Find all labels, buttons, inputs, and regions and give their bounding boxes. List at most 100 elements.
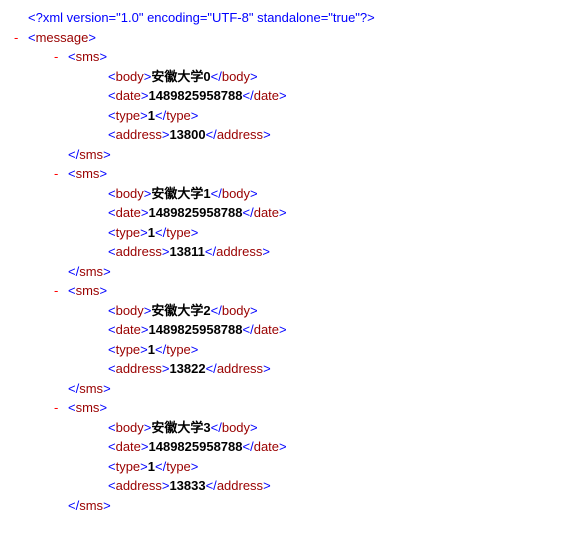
sms-tag: sms [79, 264, 103, 279]
type-tag: type [166, 459, 191, 474]
bracket: < [108, 225, 116, 240]
bracket: > [140, 459, 148, 474]
date-tag: date [116, 88, 141, 103]
date-tag: date [116, 205, 141, 220]
bracket: </ [68, 147, 79, 162]
bracket: > [191, 108, 199, 123]
bracket: > [279, 88, 287, 103]
xml-element-row: <date>1489825958788</date> [28, 320, 578, 340]
bracket: </ [205, 244, 216, 259]
collapse-toggle[interactable]: - [54, 47, 58, 67]
bracket: < [28, 30, 36, 45]
bracket: > [99, 49, 107, 64]
address-tag: address [217, 127, 263, 142]
address-value: 13811 [169, 244, 204, 259]
bracket: </ [206, 478, 217, 493]
xml-declaration: <?xml version="1.0" encoding="UTF-8" sta… [28, 8, 578, 28]
address-tag: address [116, 361, 162, 376]
sms-tag: sms [76, 166, 100, 181]
type-value: 1 [148, 342, 155, 357]
xml-element-row: <type>1</type> [28, 457, 578, 477]
bracket: </ [206, 361, 217, 376]
body-tag: body [222, 186, 250, 201]
type-tag: type [116, 342, 141, 357]
bracket: </ [155, 108, 166, 123]
bracket: > [140, 108, 148, 123]
xml-element-row: <address>13833</address> [28, 476, 578, 496]
bracket: > [191, 225, 199, 240]
bracket: > [99, 283, 107, 298]
bracket: > [99, 400, 107, 415]
sms-tag: sms [76, 49, 100, 64]
collapse-toggle[interactable]: - [54, 281, 58, 301]
date-tag: date [254, 205, 279, 220]
bracket: > [141, 205, 149, 220]
xml-element-row: <address>13800</address> [28, 125, 578, 145]
body-tag: body [222, 420, 250, 435]
address-tag: address [217, 361, 263, 376]
sms-close-row: </sms> [28, 262, 578, 282]
bracket: < [108, 303, 116, 318]
bracket: </ [243, 88, 254, 103]
message-open-row: - <message> [28, 28, 578, 48]
address-tag: address [116, 127, 162, 142]
date-value: 1489825958788 [149, 205, 243, 220]
date-value: 1489825958788 [149, 88, 243, 103]
type-tag: type [166, 108, 191, 123]
bracket: < [68, 400, 76, 415]
bracket: < [108, 361, 116, 376]
bracket: < [68, 283, 76, 298]
date-tag: date [254, 439, 279, 454]
sms-open-row: -<sms> [28, 164, 578, 184]
bracket: > [263, 478, 271, 493]
bracket: > [140, 225, 148, 240]
type-tag: type [116, 108, 141, 123]
bracket: </ [211, 69, 222, 84]
bracket: </ [206, 127, 217, 142]
bracket: > [279, 322, 287, 337]
collapse-toggle[interactable]: - [14, 28, 18, 48]
collapse-toggle[interactable]: - [54, 164, 58, 184]
bracket: </ [155, 225, 166, 240]
bracket: > [262, 244, 270, 259]
sms-open-row: -<sms> [28, 281, 578, 301]
bracket: </ [243, 322, 254, 337]
bracket: </ [68, 498, 79, 513]
body-tag: body [116, 69, 144, 84]
xml-element-row: <address>13811</address> [28, 242, 578, 262]
xml-element-row: <body>安徽大学0</body> [28, 67, 578, 87]
xml-element-row: <body>安徽大学3</body> [28, 418, 578, 438]
type-tag: type [116, 459, 141, 474]
bracket: < [108, 459, 116, 474]
bracket: > [279, 205, 287, 220]
collapse-toggle[interactable]: - [54, 398, 58, 418]
xml-element-row: <date>1489825958788</date> [28, 203, 578, 223]
body-tag: body [222, 303, 250, 318]
xml-element-row: <type>1</type> [28, 223, 578, 243]
bracket: > [191, 459, 199, 474]
xml-element-row: <date>1489825958788</date> [28, 437, 578, 457]
bracket: </ [155, 342, 166, 357]
bracket: < [108, 205, 116, 220]
address-tag: address [116, 244, 162, 259]
xml-element-row: <address>13822</address> [28, 359, 578, 379]
bracket: > [250, 420, 258, 435]
date-tag: date [254, 88, 279, 103]
bracket: > [250, 186, 258, 201]
bracket: </ [243, 439, 254, 454]
sms-tag: sms [76, 400, 100, 415]
xml-element-row: <body>安徽大学1</body> [28, 184, 578, 204]
bracket: </ [243, 205, 254, 220]
address-value: 13800 [169, 127, 205, 142]
bracket: </ [68, 381, 79, 396]
type-value: 1 [148, 459, 155, 474]
bracket: < [108, 88, 116, 103]
bracket: > [141, 439, 149, 454]
body-value: 安徽大学3 [151, 420, 210, 435]
address-tag: address [216, 244, 262, 259]
sms-close-row: </sms> [28, 496, 578, 516]
type-tag: type [166, 225, 191, 240]
bracket: > [103, 498, 111, 513]
bracket: > [103, 147, 111, 162]
date-value: 1489825958788 [149, 439, 243, 454]
